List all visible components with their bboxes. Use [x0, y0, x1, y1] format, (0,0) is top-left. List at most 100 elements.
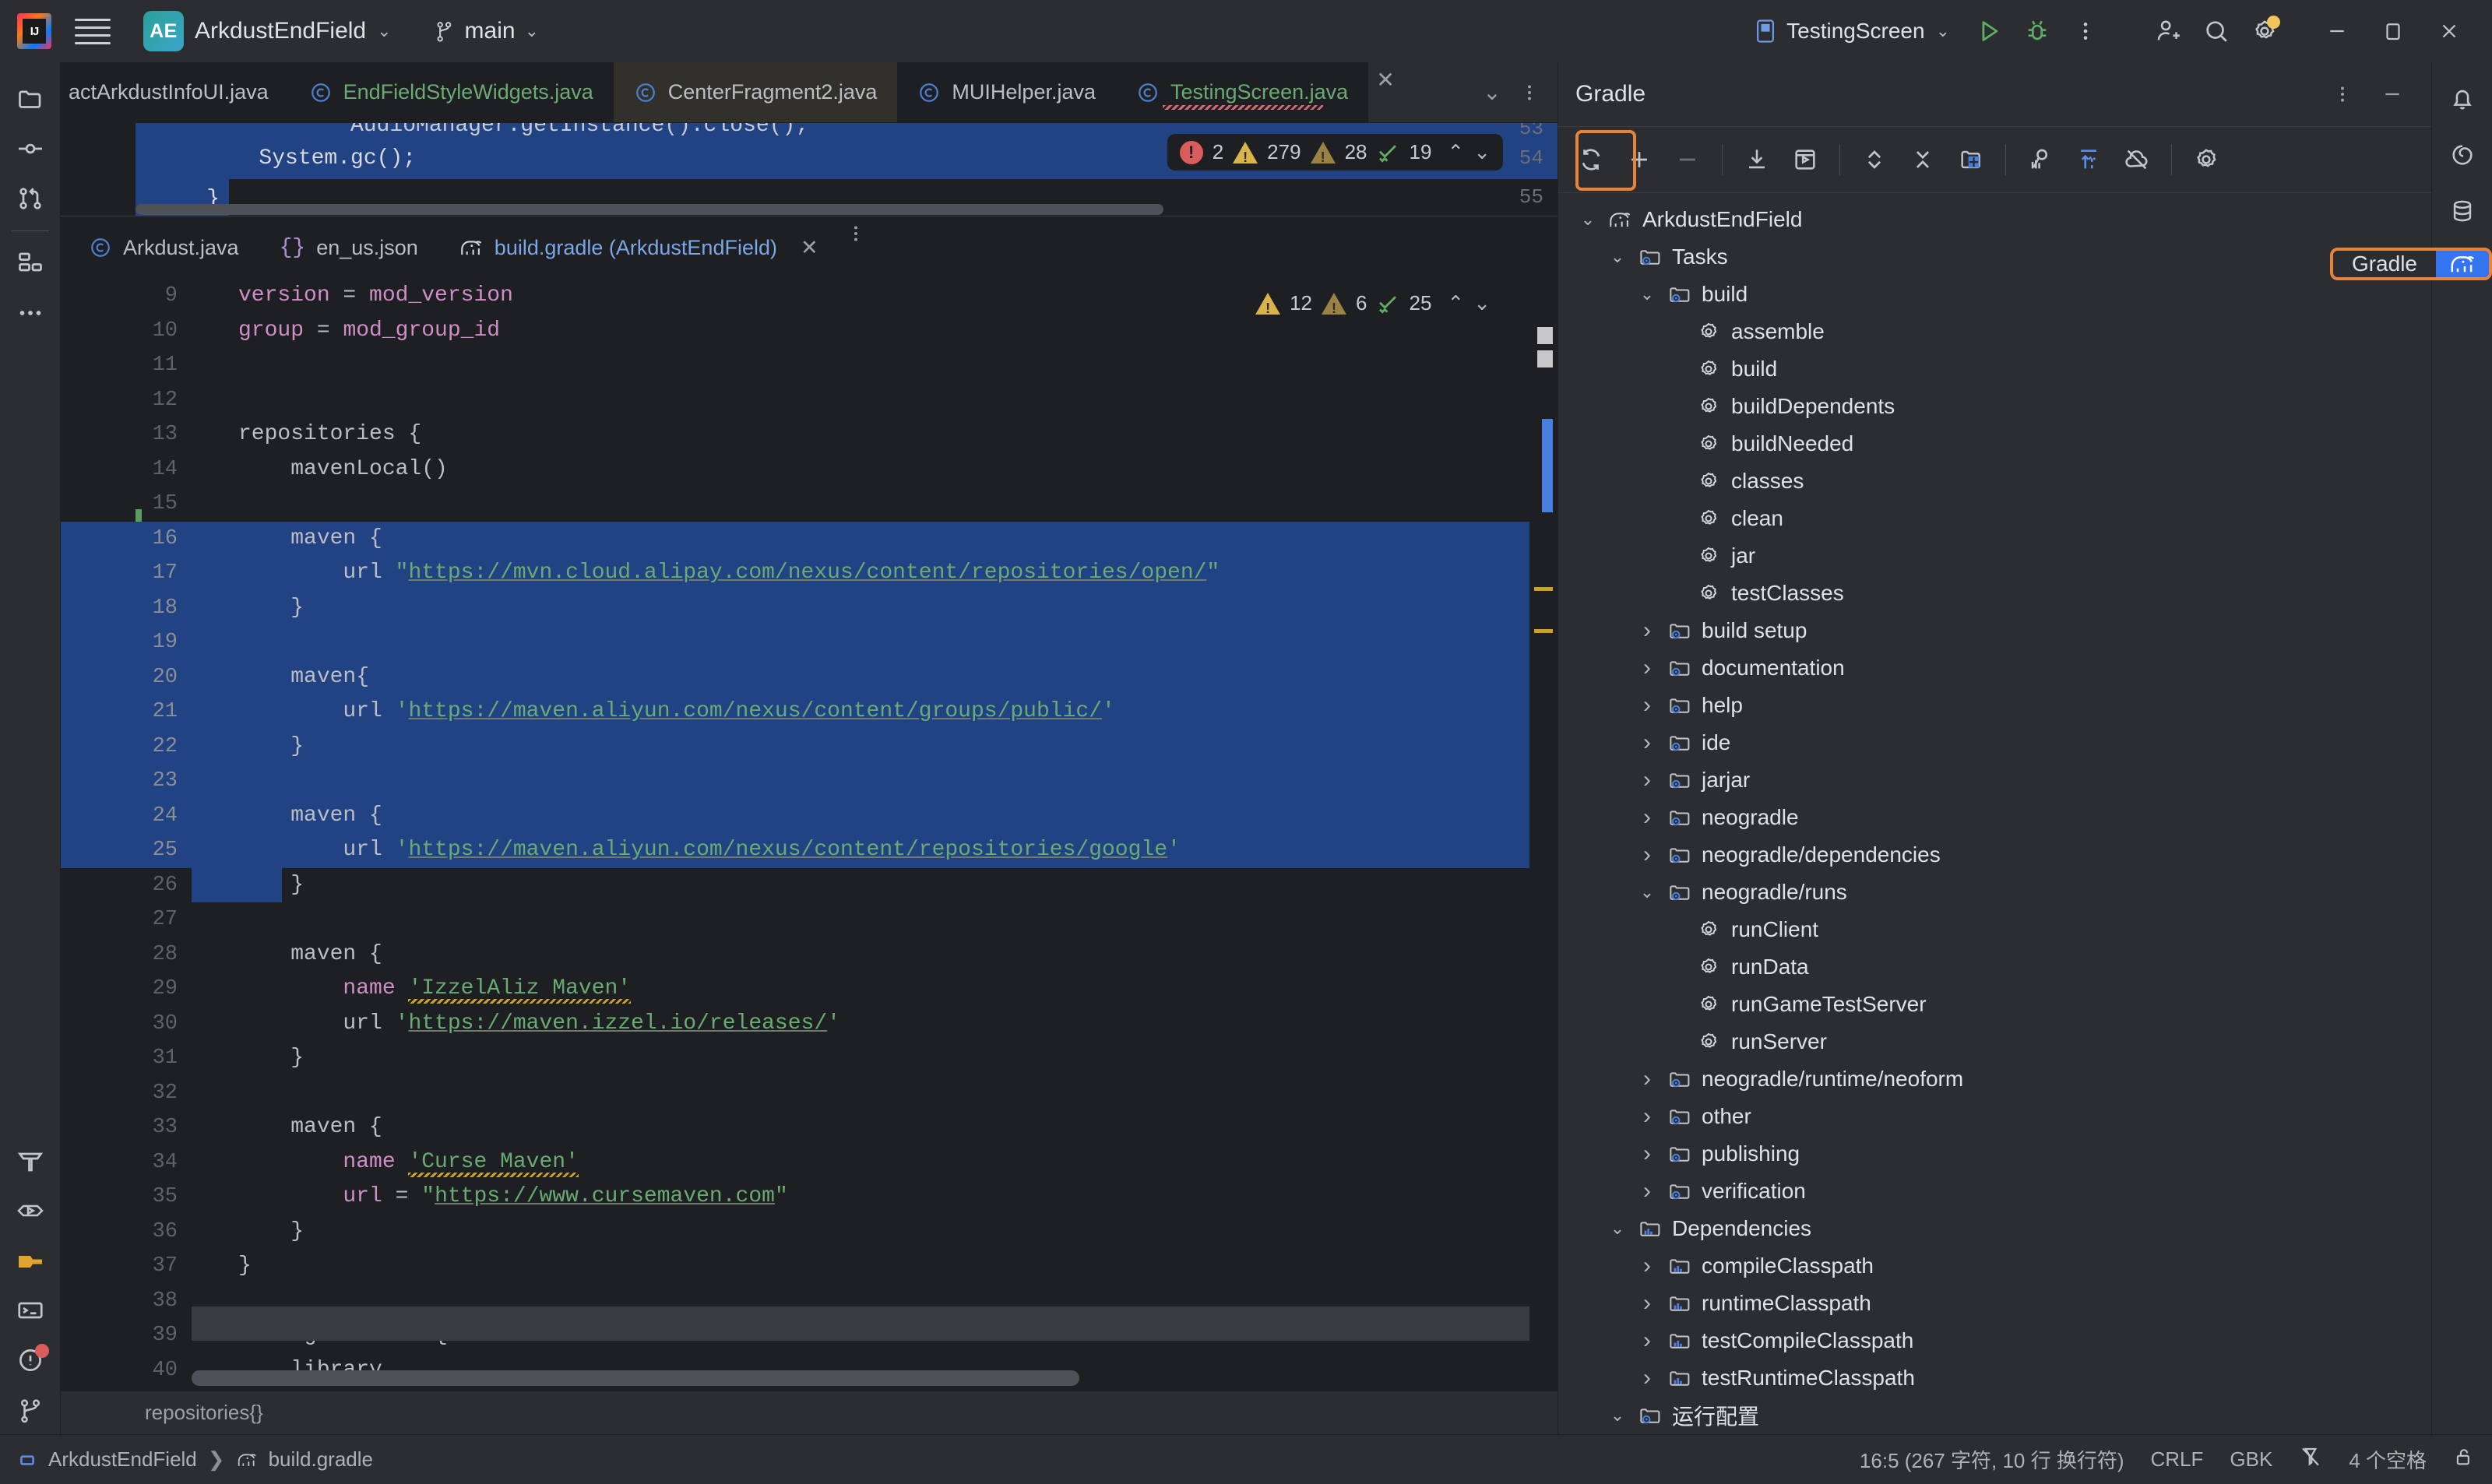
editor-marker-bar[interactable] — [1529, 279, 1558, 1391]
gradle-tree-node[interactable]: runClient — [1558, 911, 2431, 948]
code-line-row[interactable]: 25 url 'https://maven.aliyun.com/nexus/c… — [61, 833, 1558, 868]
gradle-tree-node[interactable]: jar — [1558, 537, 2431, 575]
unlink-gradle-project-button[interactable] — [1666, 138, 1709, 181]
close-window-button[interactable] — [2423, 8, 2475, 55]
editor-tab-active[interactable]: build.gradle (ArkdustEndField) ✕ — [438, 216, 839, 279]
code-line-row[interactable]: 41 implementation.extendsFrom library — [61, 1387, 1558, 1391]
gradle-tree-node[interactable]: › ide — [1558, 724, 2431, 761]
chevron-right-icon[interactable]: › — [1631, 655, 1663, 681]
sidebar-item-notifications[interactable] — [2437, 75, 2487, 123]
encoding-widget[interactable]: GBK — [2230, 1447, 2272, 1472]
code-line-row[interactable]: 17 url "https://mvn.cloud.alipay.com/nex… — [61, 556, 1558, 591]
code-line-row[interactable]: 24 maven { — [61, 798, 1558, 833]
run-configuration-widget[interactable]: TestingScreen ⌄ — [1743, 13, 1962, 49]
upper-inspection-widget[interactable]: ! 2 ! 279 ! 28 19 ⌃ ⌄ — [1167, 134, 1503, 171]
vcs-branch-widget[interactable]: main ⌄ — [424, 14, 548, 48]
gradle-tree-node[interactable]: ⌄ 运行配置 — [1558, 1397, 2431, 1434]
indent-widget[interactable]: 4 个空格 — [2349, 1445, 2427, 1474]
gradle-tree-node[interactable]: › neogradle/dependencies — [1558, 836, 2431, 874]
chevron-right-icon[interactable]: › — [1631, 617, 1663, 644]
inspection-widget[interactable] — [2299, 1445, 2322, 1474]
readonly-toggle-widget[interactable] — [2453, 1445, 2475, 1474]
editor-tab[interactable]: actArkdustInfoUI.java — [61, 62, 289, 122]
status-file-name[interactable]: build.gradle — [269, 1447, 373, 1472]
gradle-tree-node[interactable]: › testRuntimeClasspath — [1558, 1359, 2431, 1397]
horizontal-scrollbar[interactable] — [136, 204, 1163, 215]
show-module-structure-button[interactable] — [1949, 138, 1993, 181]
editor-tab[interactable]: {} en_us.json — [259, 216, 438, 279]
sidebar-item-structure[interactable] — [5, 239, 55, 287]
code-line-row[interactable]: 20 maven{ — [61, 659, 1558, 695]
toggle-offline-button[interactable] — [2115, 138, 2159, 181]
gradle-tree-node[interactable]: ⌄ Tasks — [1558, 238, 2431, 276]
code-line-row[interactable]: 34 name 'Curse Maven' — [61, 1145, 1558, 1181]
gradle-tree-node[interactable]: › verification — [1558, 1173, 2431, 1210]
upper-split-editor[interactable]: 53 54 55 AudioManager.getInstance().clos… — [61, 123, 1558, 216]
chevron-down-icon[interactable]: ⌄ — [1602, 247, 1633, 267]
gradle-tree-node[interactable]: › publishing — [1558, 1135, 2431, 1173]
code-line-row[interactable]: 32 — [61, 1076, 1558, 1111]
chevron-right-icon[interactable]: › — [1631, 842, 1663, 868]
gradle-tree-node[interactable]: runServer — [1558, 1023, 2431, 1060]
execute-gradle-task-button[interactable] — [1783, 138, 1827, 181]
editor-tab[interactable]: CenterFragment2.java — [613, 62, 898, 122]
chevron-down-icon[interactable]: ⌄ — [1602, 1405, 1633, 1426]
code-line-row[interactable]: 21 url 'https://maven.aliyun.com/nexus/c… — [61, 695, 1558, 730]
sidebar-item-database[interactable] — [2437, 187, 2487, 235]
gradle-tree-node[interactable]: runData — [1558, 948, 2431, 986]
code-line-row[interactable]: 33 maven { — [61, 1110, 1558, 1145]
gradle-tree-node[interactable]: runGameTestServer — [1558, 986, 2431, 1023]
gradle-tree-node[interactable]: › compileClasspath — [1558, 1247, 2431, 1285]
gradle-tree-node[interactable]: › help — [1558, 687, 2431, 724]
sidebar-item-run[interactable] — [5, 1187, 55, 1235]
gradle-tree-node[interactable]: › runtimeClasspath — [1558, 1285, 2431, 1322]
close-tab-button[interactable]: ✕ — [801, 236, 818, 260]
editor-tab[interactable]: MUIHelper.java — [897, 62, 1116, 122]
gradle-tree-node[interactable]: assemble — [1558, 313, 2431, 350]
gradle-tree-node[interactable]: ⌄ neogradle/runs — [1558, 874, 2431, 911]
debug-button[interactable] — [2015, 9, 2059, 53]
code-line-row[interactable]: 27 — [61, 902, 1558, 937]
code-line-row[interactable]: 16 maven { — [61, 521, 1558, 556]
reload-all-gradle-projects-button[interactable] — [1569, 138, 1613, 181]
gradle-tree-node[interactable]: › documentation — [1558, 649, 2431, 687]
settings-button[interactable] — [2243, 9, 2286, 53]
gradle-tree-node[interactable]: clean — [1558, 500, 2431, 537]
gradle-tasks-tree[interactable]: ⌄ ArkdustEndField ⌄ Tasks ⌄ build assemble buil… — [1558, 193, 2431, 1434]
code-line-row[interactable]: 18 } — [61, 590, 1558, 625]
previous-highlight-button[interactable]: ⌃ — [1447, 291, 1464, 315]
chevron-right-icon[interactable]: › — [1631, 804, 1663, 831]
download-sources-button[interactable] — [1735, 138, 1779, 181]
chevron-right-icon[interactable]: › — [1631, 1178, 1663, 1204]
collapse-all-button[interactable] — [1901, 138, 1945, 181]
show-tab-list-button[interactable]: ⌄ — [1475, 76, 1509, 110]
code-line-row[interactable]: 36 } — [61, 1215, 1558, 1250]
sidebar-item-ai-assistant[interactable] — [2437, 131, 2487, 179]
gradle-tree-node[interactable]: › testCompileClasspath — [1558, 1322, 2431, 1359]
next-highlight-button[interactable]: ⌄ — [1473, 291, 1491, 315]
editor-horizontal-scrollbar[interactable] — [192, 1370, 1079, 1386]
sidebar-item-commit[interactable] — [5, 125, 55, 173]
code-line-row[interactable]: 11 — [61, 348, 1558, 383]
code-editor[interactable]: 9 version = mod_version 10 group = mod_grou… — [61, 279, 1558, 1391]
chevron-down-icon[interactable]: ⌄ — [1572, 209, 1603, 230]
gradle-tree-node[interactable]: ⌄ Dependencies — [1558, 1210, 2431, 1247]
chevron-down-icon[interactable]: ⌄ — [1631, 882, 1663, 902]
code-line-row[interactable]: 15 — [61, 487, 1558, 522]
chevron-right-icon[interactable]: › — [1631, 1141, 1663, 1167]
chevron-right-icon[interactable]: › — [1631, 767, 1663, 793]
project-widget[interactable]: AE ArkdustEndField ⌄ — [134, 7, 401, 55]
close-tab-button[interactable]: ✕ — [1368, 62, 1403, 97]
sidebar-item-version-control[interactable] — [5, 1386, 55, 1434]
code-line-row[interactable]: 26 } — [61, 867, 1558, 903]
minimize-window-button[interactable] — [2311, 8, 2363, 55]
gradle-tree-node[interactable]: ⌄ ArkdustEndField — [1558, 201, 2431, 238]
expand-all-button[interactable] — [1853, 138, 1896, 181]
code-line-row[interactable]: 35 url = "https://www.cursemaven.com" — [61, 1180, 1558, 1215]
chevron-right-icon[interactable]: › — [1631, 1253, 1663, 1279]
sidebar-item-build[interactable] — [5, 1137, 55, 1185]
editor-tabs-more-button[interactable] — [839, 216, 873, 251]
gradle-tree-node[interactable]: buildDependents — [1558, 388, 2431, 425]
editor-breadcrumb[interactable]: repositories{} — [61, 1391, 1558, 1434]
link-gradle-project-button[interactable] — [1617, 138, 1661, 181]
